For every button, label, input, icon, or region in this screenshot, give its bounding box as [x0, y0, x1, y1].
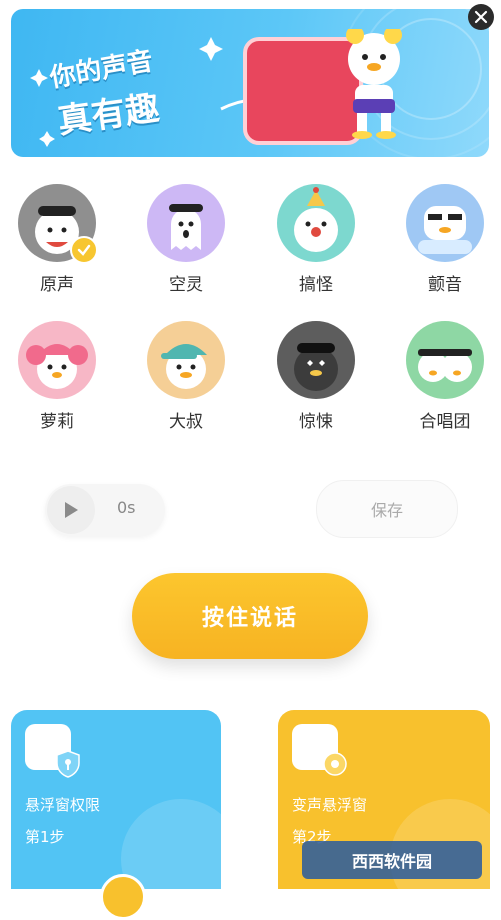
avatar [277, 184, 355, 262]
card-title: 变声悬浮窗 [292, 796, 368, 814]
card-title: 悬浮窗权限 [25, 796, 101, 814]
avatar [18, 321, 96, 399]
ghost-icon [169, 204, 203, 250]
avatar [147, 184, 225, 262]
play-icon [65, 502, 78, 518]
chorus-characters-icon [418, 349, 472, 382]
play-button[interactable] [47, 486, 95, 534]
mascot-illustration [346, 29, 402, 139]
uncle-character-icon [161, 344, 207, 389]
save-button[interactable]: 保存 [316, 480, 458, 538]
voice-option-loli[interactable]: 萝莉 [2, 321, 112, 432]
bottom-floating-button[interactable] [100, 874, 146, 920]
voice-label: 大叔 [169, 412, 203, 432]
card-decoration [121, 799, 221, 889]
voice-label: 空灵 [169, 275, 203, 295]
voice-option-original[interactable]: 原声 [2, 184, 112, 295]
selected-check-icon [70, 236, 98, 264]
voice-label: 惊悚 [299, 412, 333, 432]
duration-label: 0s [117, 498, 136, 517]
voice-label: 原声 [40, 275, 74, 295]
shivering-character-icon [418, 206, 472, 254]
card-step: 第1步 [25, 828, 65, 846]
avatar [277, 321, 355, 399]
voice-option-uncle[interactable]: 大叔 [131, 321, 241, 432]
gear-icon [323, 752, 347, 776]
voice-label: 合唱团 [419, 412, 471, 432]
shield-icon [56, 750, 80, 778]
voice-option-chorus[interactable]: 合唱团 [390, 321, 500, 432]
voice-option-ethereal[interactable]: 空灵 [131, 184, 241, 295]
close-icon [474, 10, 488, 24]
avatar [147, 321, 225, 399]
avatar [406, 321, 484, 399]
scared-character-icon [294, 343, 338, 391]
card-floating-permission[interactable]: 悬浮窗权限 第1步 [11, 710, 221, 889]
voice-label: 萝莉 [40, 412, 74, 432]
voice-label: 颤音 [428, 275, 462, 295]
voice-option-funny[interactable]: 搞怪 [261, 184, 371, 295]
girl-character-icon [26, 344, 88, 389]
avatar [406, 184, 484, 262]
watermark-text: 西西软件园 [351, 852, 432, 871]
audio-player: 0s [45, 484, 165, 536]
close-button[interactable] [468, 4, 494, 30]
voice-option-horror[interactable]: 惊悚 [261, 321, 371, 432]
voice-label: 搞怪 [299, 275, 333, 295]
promo-banner[interactable]: 你的声音 真有趣 [11, 9, 489, 157]
avatar [18, 184, 98, 264]
watermark-logo: 西西软件园 [302, 841, 482, 879]
hold-to-talk-button[interactable]: 按住说话 [132, 573, 368, 659]
voice-option-vibrato[interactable]: 颤音 [390, 184, 500, 295]
clown-icon [294, 187, 338, 252]
